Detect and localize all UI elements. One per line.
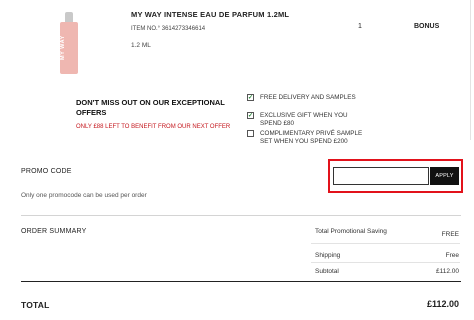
promo-code-label: PROMO CODE — [21, 168, 72, 175]
total-value: £112.00 — [426, 299, 459, 309]
summary-value-promo-saving: FREE — [441, 231, 459, 238]
offers-title: DON'T MISS OUT ON OUR EXCEPTIONAL OFFERS — [76, 98, 225, 117]
product-size: 1.2 ML — [131, 42, 151, 49]
total-label: TOTAL — [21, 300, 50, 310]
summary-label-subtotal: Subtotal — [315, 268, 339, 275]
promo-code-input[interactable] — [333, 167, 429, 185]
bottle-label: MY WAY — [60, 35, 66, 61]
product-image[interactable]: MY WAY — [58, 12, 80, 74]
divider — [311, 243, 460, 244]
summary-value-subtotal: £112.00 — [435, 268, 459, 275]
divider — [21, 215, 461, 216]
checkbox-empty-icon — [247, 130, 254, 137]
product-quantity: 1 — [358, 23, 362, 30]
apply-button[interactable]: APPLY — [430, 167, 459, 185]
benefit-label: EXCLUSIVE GIFT WHEN YOU SPEND £80 — [260, 112, 348, 127]
bottle-cap — [65, 12, 73, 22]
order-summary-title: ORDER SUMMARY — [21, 228, 87, 235]
benefit-prive-sample: COMPLIMENTARY PRIVÉ SAMPLE SET WHEN YOU … — [247, 130, 367, 146]
scroll-divider — [470, 0, 471, 140]
benefit-free-delivery: ✓ FREE DELIVERY AND SAMPLES — [247, 94, 367, 102]
total-divider — [21, 281, 461, 282]
benefit-exclusive-gift: ✓ EXCLUSIVE GIFT WHEN YOU SPEND £80 — [247, 112, 367, 128]
checkbox-checked-icon: ✓ — [247, 94, 254, 101]
product-price: BONUS — [414, 23, 440, 30]
divider — [311, 262, 460, 263]
summary-value-shipping: Free — [445, 252, 459, 259]
product-item-number: ITEM NO.° 3614273346614 — [131, 26, 206, 32]
summary-label-shipping: Shipping — [315, 252, 341, 259]
offers-subtitle: ONLY £88 LEFT TO BENEFIT FROM OUR NEXT O… — [76, 124, 231, 130]
promo-note: Only one promocode can be used per order — [21, 192, 147, 199]
product-name[interactable]: MY WAY INTENSE EAU DE PARFUM 1.2ML — [131, 10, 289, 19]
checkbox-checked-icon: ✓ — [247, 112, 254, 119]
benefit-label: FREE DELIVERY AND SAMPLES — [260, 94, 356, 101]
summary-label-promo-saving: Total Promotional Saving — [315, 228, 387, 235]
benefit-label: COMPLIMENTARY PRIVÉ SAMPLE SET WHEN YOU … — [260, 130, 363, 145]
